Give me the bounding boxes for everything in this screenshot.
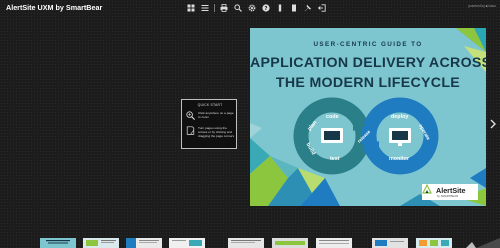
page-thumbnail-6[interactable] bbox=[272, 238, 308, 248]
publication-title: AlertSite UXM by SmartBear bbox=[6, 3, 103, 12]
page-thumbnail-5[interactable] bbox=[228, 238, 264, 248]
quick-start-step-turn: Turn pages using the arrows or by clicki… bbox=[186, 126, 236, 138]
brand-byline: by SMARTBEAR bbox=[437, 194, 459, 198]
cover-page[interactable]: USER-CENTRIC GUIDE TO APPLICATION DELIVE… bbox=[250, 28, 486, 206]
page-corner-curl-icon[interactable] bbox=[462, 238, 500, 248]
page-thumbnail-9[interactable] bbox=[416, 238, 452, 248]
page-thumbnail-8[interactable] bbox=[372, 238, 408, 248]
page-turn-icon bbox=[186, 126, 195, 135]
zoom-icon bbox=[186, 111, 195, 120]
page-thumbnail-2[interactable] bbox=[83, 238, 119, 248]
page-thumbnail-1[interactable] bbox=[40, 238, 76, 248]
page-view-icon[interactable] bbox=[288, 2, 300, 14]
alertsite-logo: AlertSite by SMARTBEAR bbox=[422, 184, 478, 200]
page-thumbnail-4[interactable] bbox=[169, 238, 205, 248]
powered-by-label[interactable]: powered by ■ issuu bbox=[468, 4, 496, 8]
toolbar-divider bbox=[214, 4, 215, 12]
cycle-label-deploy: deploy bbox=[391, 114, 409, 120]
fullscreen-icon[interactable] bbox=[274, 2, 286, 14]
exit-icon[interactable] bbox=[316, 2, 328, 14]
next-page-arrow-icon[interactable] bbox=[489, 119, 497, 129]
thumbnails-icon[interactable] bbox=[185, 2, 197, 14]
print-icon[interactable] bbox=[218, 2, 230, 14]
alertsite-logo-mark bbox=[422, 184, 432, 194]
settings-icon[interactable] bbox=[246, 2, 258, 14]
cover-subtitle: USER-CENTRIC GUIDE TO bbox=[313, 41, 423, 48]
quick-start-step2-text: Turn pages using the arrows or by clicki… bbox=[198, 126, 235, 139]
search-icon[interactable] bbox=[232, 2, 244, 14]
cycle-label-code: code bbox=[326, 114, 339, 120]
quick-start-step1-text: Click anywhere on a page to zoom bbox=[198, 111, 234, 120]
cycle-label-test: test bbox=[330, 156, 340, 162]
page-thumbnail-3[interactable] bbox=[126, 238, 162, 248]
toolbar: ? bbox=[185, 2, 330, 14]
pin-icon[interactable] bbox=[302, 2, 314, 14]
help-icon[interactable]: ? bbox=[260, 2, 272, 14]
top-bar: AlertSite UXM by SmartBear ? powered by … bbox=[0, 0, 500, 16]
cover-title-line2: THE MODERN LIFECYCLE bbox=[275, 75, 461, 91]
cover-title-line1: APPLICATION DELIVERY ACROSS bbox=[250, 55, 486, 71]
quick-start-step-zoom: Click anywhere on a page to zoom bbox=[186, 111, 236, 120]
list-icon[interactable] bbox=[199, 2, 211, 14]
page-thumbnail-7[interactable] bbox=[316, 238, 352, 248]
svg-text:?: ? bbox=[264, 6, 267, 12]
thumbnail-strip bbox=[0, 238, 500, 248]
cycle-label-monitor: monitor bbox=[389, 156, 410, 162]
quick-start-panel: QUICK START Click anywhere on a page to … bbox=[181, 99, 237, 149]
quick-start-title: QUICK START bbox=[197, 103, 223, 107]
